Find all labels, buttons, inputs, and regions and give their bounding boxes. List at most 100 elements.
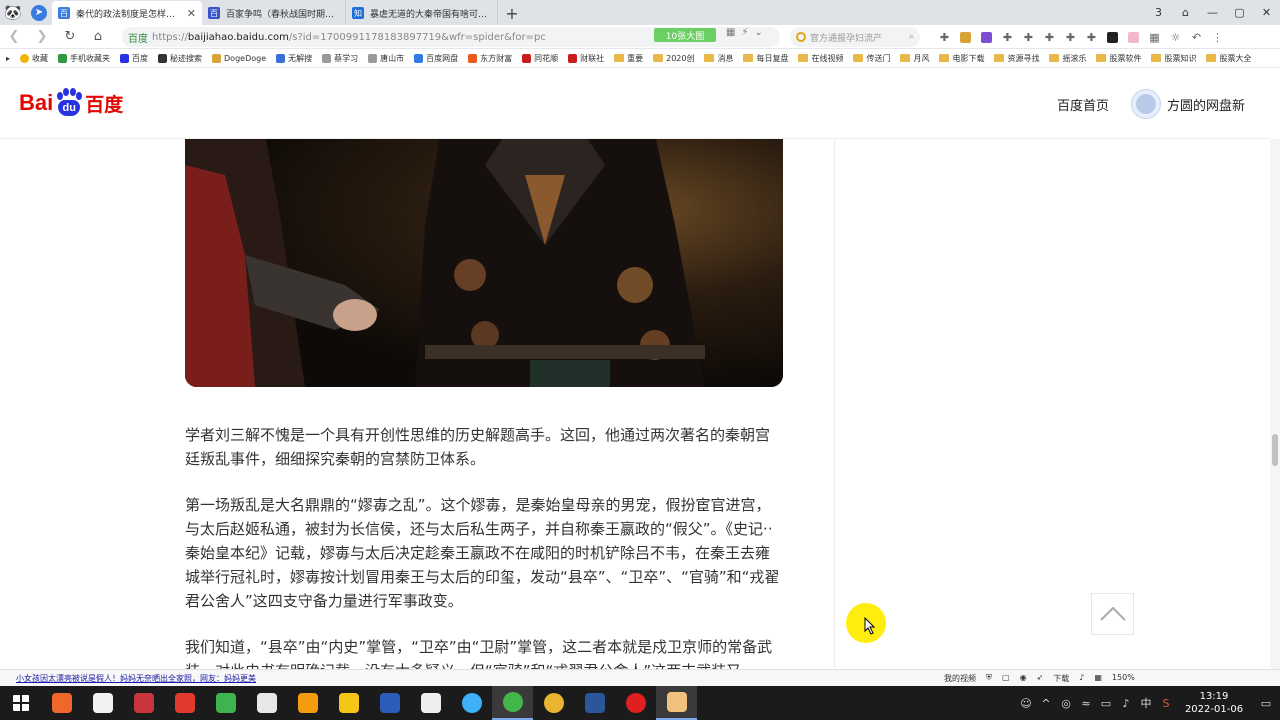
taskbar-app-red-mask-icon[interactable] — [123, 686, 164, 720]
undo-icon[interactable]: ↶ — [1186, 25, 1207, 49]
bookmark-item[interactable]: 百度 — [115, 53, 153, 64]
sound-icon[interactable]: ♪ — [1079, 673, 1084, 684]
bookmark-item[interactable]: 2020创 — [648, 53, 699, 64]
puzzle-icon[interactable]: ✚ — [1060, 25, 1081, 49]
extension-purple-icon[interactable] — [976, 25, 997, 49]
minimize-button[interactable]: — — [1199, 6, 1226, 19]
shirt-icon[interactable]: ⌂ — [1172, 6, 1199, 19]
url-tool-icons[interactable]: ▦⚡⌄ — [726, 27, 769, 38]
download-button[interactable]: 下载 — [1053, 673, 1069, 684]
taskbar-app-clover-icon[interactable] — [205, 686, 246, 720]
folder-icon[interactable] — [955, 25, 976, 49]
taskbar-app-chrome-icon[interactable] — [533, 686, 574, 720]
taskbar-app-grid-icon[interactable] — [328, 686, 369, 720]
screenshot-icon[interactable]: ▢ — [1002, 673, 1010, 684]
puzzle-icon[interactable]: ✚ — [997, 25, 1018, 49]
avatar[interactable] — [1131, 89, 1161, 119]
back-to-top-button[interactable] — [1091, 593, 1134, 635]
tab-active[interactable]: 百 秦代的政法制度是怎样的呢？为什么说是“一族连坐” ✕ — [52, 1, 202, 25]
tab-count-icon[interactable]: 3 — [1145, 6, 1172, 19]
browser-logo-icon[interactable]: 🐼 — [0, 0, 26, 25]
bookmark-item[interactable]: 股票大全 — [1201, 53, 1256, 64]
forward-button[interactable]: ❯ — [28, 29, 56, 44]
tab-2[interactable]: 百 百家争鸣（春秋战国时期历史局面） — [202, 1, 346, 25]
taskbar-app-pen-icon[interactable] — [369, 686, 410, 720]
brightness-icon[interactable]: ☼ — [1165, 25, 1186, 49]
tab-3[interactable]: 知 暴虐无道的大秦帝国有啥可炫耀的？ — [346, 1, 498, 25]
people-icon[interactable]: ☺ — [1016, 697, 1036, 710]
taskbar-app-search-icon[interactable] — [287, 686, 328, 720]
taskbar-app-orange-icon[interactable] — [41, 686, 82, 720]
baidu-logo[interactable]: Bai du 百度 — [19, 86, 123, 120]
zoom-level[interactable]: 150% — [1112, 673, 1135, 684]
close-window-button[interactable]: ✕ — [1253, 6, 1280, 19]
notification-icon[interactable]: ▭ — [1252, 697, 1280, 710]
taskbar-app-avatar-icon[interactable] — [656, 686, 697, 720]
puzzle-icon[interactable]: ✚ — [1081, 25, 1102, 49]
bookmark-item[interactable]: 东方财富 — [463, 53, 517, 64]
news-ticker-link[interactable]: 小女孩因太漂亮被说是假人！妈妈无奈晒出全家照，网友：妈妈更美 — [16, 673, 256, 684]
taskbar-app-x-icon[interactable] — [410, 686, 451, 720]
home-button[interactable]: ⌂ — [84, 29, 112, 44]
menu-icon[interactable]: ⋮ — [1207, 25, 1228, 49]
wifi-icon[interactable]: ≈ — [1076, 697, 1096, 710]
search-input[interactable]: 官方通报孕妇流产 ⌕ — [790, 27, 920, 47]
grid-icon[interactable]: ▦ — [1144, 25, 1165, 49]
taskbar-app-360-browser-icon[interactable] — [492, 686, 533, 720]
bookmark-item[interactable]: 消息 — [699, 53, 738, 64]
volume-icon[interactable]: ♪ — [1116, 697, 1136, 710]
browser-nav-icon[interactable]: ➤ — [26, 0, 52, 25]
system-clock[interactable]: 13:19 2022-01-06 — [1176, 690, 1252, 716]
eye-icon[interactable]: ◉ — [1020, 673, 1027, 684]
baidu-home-link[interactable]: 百度首页 — [1057, 95, 1109, 114]
bookmark-item[interactable]: 在线视频 — [793, 53, 848, 64]
bookmark-item[interactable]: 收藏 — [15, 53, 53, 64]
network-icon[interactable]: ◎ — [1056, 697, 1076, 710]
bookmark-item[interactable]: 同花顺 — [517, 53, 563, 64]
bookmark-item[interactable]: 电影下载 — [934, 53, 989, 64]
puzzle-icon[interactable]: ✚ — [1039, 25, 1060, 49]
chevron-up-icon[interactable]: ^ — [1036, 697, 1056, 710]
scrollbar-thumb[interactable] — [1272, 434, 1278, 466]
bookmark-item[interactable]: DogeDoge — [207, 53, 271, 63]
bookmark-item[interactable]: 唐山市 — [363, 53, 409, 64]
grid-icon[interactable]: ▦ — [1094, 673, 1102, 684]
bookmark-item[interactable]: 蔡学习 — [317, 53, 363, 64]
maximize-button[interactable]: ▢ — [1226, 6, 1253, 19]
antivirus-icon[interactable]: S — [1156, 697, 1176, 710]
my-video-button[interactable]: 我的视频 — [944, 673, 976, 684]
image-mode-button[interactable]: 10张大图 — [654, 28, 716, 42]
bookmark-item[interactable]: 资源寻找 — [989, 53, 1044, 64]
puzzle-icon[interactable]: ✚ — [934, 25, 955, 49]
puzzle-icon[interactable]: ✚ — [1018, 25, 1039, 49]
ime-indicator[interactable]: 中 — [1136, 695, 1156, 711]
user-menu[interactable]: 方圆的网盘新 — [1131, 89, 1245, 119]
bookmark-item[interactable]: 每日复盘 — [738, 53, 793, 64]
reload-button[interactable]: ↻ — [56, 29, 84, 44]
bookmark-item[interactable]: 月风 — [895, 53, 934, 64]
shield-icon[interactable]: ⛨ — [986, 673, 992, 684]
new-tab-button[interactable]: + — [498, 1, 526, 25]
bookmark-item[interactable]: 无解搜 — [271, 53, 317, 64]
bookmark-item[interactable]: 传送门 — [848, 53, 895, 64]
username[interactable]: 方圆的网盘新 — [1167, 95, 1245, 114]
bookmark-item[interactable]: 摇滚乐 — [1044, 53, 1091, 64]
bookmark-item[interactable]: 财联社 — [563, 53, 609, 64]
taskbar-app-browser-red-icon[interactable] — [164, 686, 205, 720]
taskbar-app-word-icon[interactable] — [574, 686, 615, 720]
accelerate-icon[interactable]: ➶ — [1037, 673, 1044, 684]
taskbar-app-calculator-icon[interactable] — [246, 686, 287, 720]
bookmark-item[interactable]: 股票知识 — [1146, 53, 1201, 64]
bookmark-item[interactable]: 手机收藏夹 — [53, 53, 115, 64]
battery-icon[interactable]: ▭ — [1096, 697, 1116, 710]
extension-dark-icon[interactable] — [1102, 25, 1123, 49]
tab-close-icon[interactable]: ✕ — [187, 7, 196, 20]
bookmark-item[interactable]: 百度网盘 — [409, 53, 463, 64]
page-scrollbar[interactable] — [1270, 139, 1280, 669]
taskbar-app-record-icon[interactable] — [615, 686, 656, 720]
bookmark-item[interactable]: 股票软件 — [1091, 53, 1146, 64]
search-icon[interactable]: ⌕ — [909, 32, 914, 42]
taskbar-app-penguin-icon[interactable] — [82, 686, 123, 720]
back-button[interactable]: ❮ — [0, 29, 28, 44]
taskbar-app-q-icon[interactable] — [451, 686, 492, 720]
